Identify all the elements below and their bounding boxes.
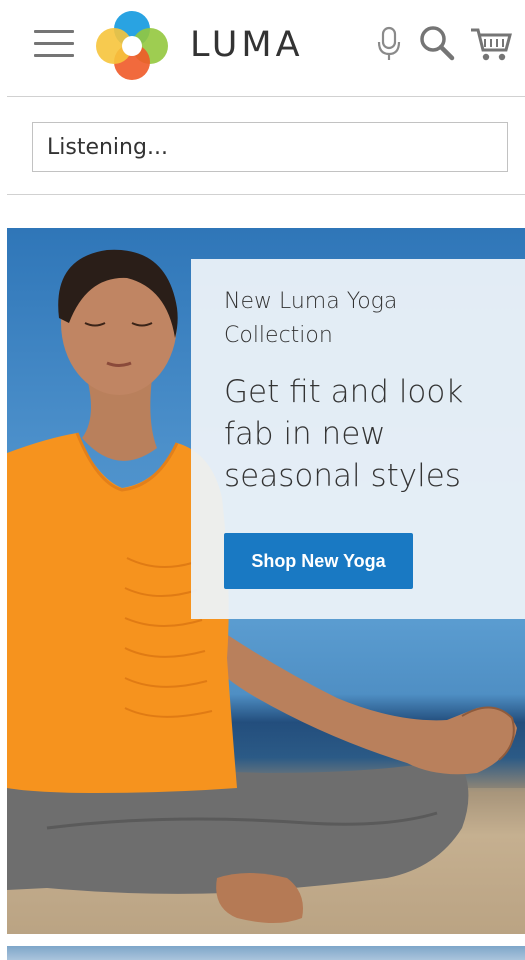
logo-text: LUMA <box>190 25 304 65</box>
microphone-icon[interactable] <box>374 24 404 64</box>
search-divider <box>7 194 525 195</box>
promo-title: Get fit and look fab in new seasonal sty… <box>224 374 464 494</box>
shop-new-yoga-button[interactable]: Shop New Yoga <box>224 533 413 589</box>
search-input[interactable] <box>32 122 508 172</box>
cart-icon[interactable] <box>468 24 514 64</box>
page-header: LUMA <box>0 0 525 96</box>
header-divider <box>7 96 525 97</box>
next-banner[interactable] <box>7 946 525 960</box>
promo-panel: New Luma Yoga Collection Get fit and loo… <box>191 259 525 619</box>
luma-logo[interactable]: LUMA <box>96 10 304 80</box>
promo-subtitle: New Luma Yoga Collection <box>224 289 398 348</box>
menu-icon[interactable] <box>34 28 76 60</box>
luma-logo-icon <box>96 11 168 80</box>
search-icon[interactable] <box>418 24 458 64</box>
